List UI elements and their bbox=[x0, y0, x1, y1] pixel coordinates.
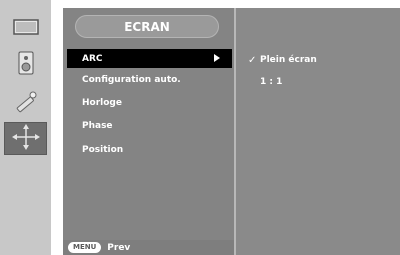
menu-item-phase[interactable]: Phase bbox=[67, 116, 229, 135]
sidebar-item-position[interactable] bbox=[4, 122, 47, 155]
menu-key-button[interactable]: MENU bbox=[68, 242, 102, 253]
sidebar bbox=[0, 0, 51, 255]
position-adjust-icon bbox=[11, 123, 41, 155]
menu-item-label: Horloge bbox=[82, 97, 122, 108]
chevron-right-icon bbox=[214, 54, 220, 62]
option-plein-ecran[interactable]: ✓ Plein écran bbox=[248, 52, 317, 68]
speaker-icon bbox=[17, 51, 35, 79]
menu-item-horloge[interactable]: Horloge bbox=[67, 93, 229, 112]
sidebar-item-picture[interactable] bbox=[4, 12, 47, 45]
menu-item-position[interactable]: Position bbox=[67, 140, 229, 159]
screen-picture-icon bbox=[12, 18, 39, 39]
menu-item-label: Configuration auto. bbox=[82, 74, 181, 85]
option-label: Plein écran bbox=[260, 55, 317, 65]
osd-panel: ECRAN ARC Configuration auto. Horloge Ph… bbox=[63, 8, 400, 255]
menu-item-label: Position bbox=[82, 144, 124, 155]
menu-item-arc[interactable]: ARC bbox=[67, 49, 232, 68]
option-label: 1 : 1 bbox=[260, 77, 283, 87]
sidebar-item-audio[interactable] bbox=[4, 48, 47, 81]
menu-item-label: Phase bbox=[82, 120, 113, 131]
prev-label: Prev bbox=[107, 242, 131, 253]
menu-item-configuration-auto[interactable]: Configuration auto. bbox=[67, 70, 229, 89]
tool-icon bbox=[13, 89, 39, 117]
sidebar-item-tools[interactable] bbox=[4, 86, 47, 119]
submenu: ✓ Plein écran 1 : 1 bbox=[236, 8, 400, 255]
main-menu: ECRAN ARC Configuration auto. Horloge Ph… bbox=[63, 8, 234, 240]
menu-item-label: ARC bbox=[82, 53, 103, 64]
menu-title: ECRAN bbox=[75, 15, 219, 38]
option-1-1[interactable]: 1 : 1 bbox=[248, 74, 282, 90]
footer-hint: MENU Prev bbox=[63, 240, 234, 255]
checkmark-icon: ✓ bbox=[248, 54, 257, 66]
